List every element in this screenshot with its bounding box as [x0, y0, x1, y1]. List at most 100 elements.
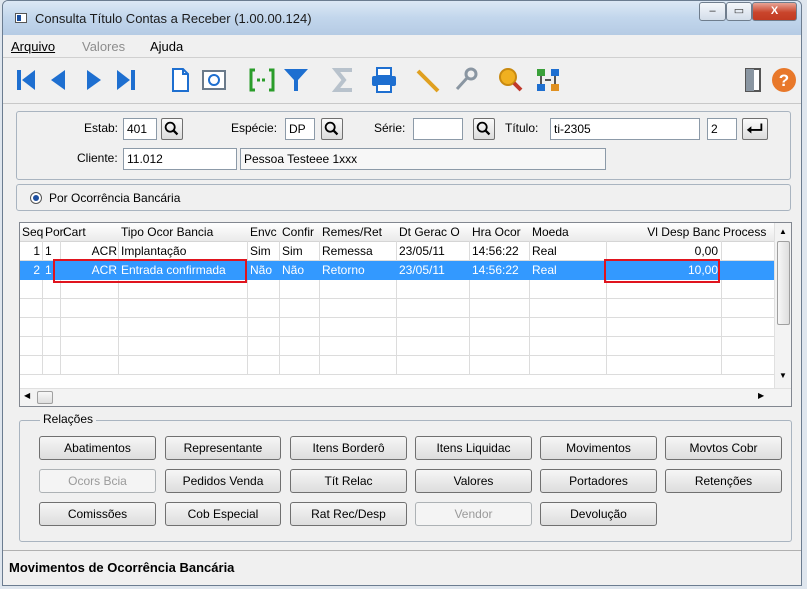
col-process[interactable]: Process: [723, 225, 775, 239]
col-envc[interactable]: Envc: [250, 225, 281, 239]
grid-header: Seq Port Cart Tipo Ocor Bancia Envc Conf…: [20, 223, 776, 242]
exit-door-icon[interactable]: [738, 65, 768, 95]
movtos-cobr-button[interactable]: Movtos Cobr: [665, 436, 782, 460]
close-button[interactable]: X: [752, 2, 797, 21]
highlight-box-tipo-ocor: [53, 259, 247, 283]
first-record-icon[interactable]: [11, 65, 41, 95]
pedidos-venda-button[interactable]: Pedidos Venda: [165, 469, 281, 493]
titulo-field[interactable]: ti-2305: [550, 118, 700, 140]
search-icon[interactable]: [495, 65, 525, 95]
col-seq[interactable]: Seq: [22, 225, 46, 239]
menu-valores[interactable]: Valores: [82, 39, 125, 54]
maximize-button[interactable]: ▭: [726, 2, 752, 21]
estab-zoom-button[interactable]: [161, 118, 183, 140]
status-bar: Movimentos de Ocorrência Bancária: [3, 550, 801, 585]
col-port[interactable]: Port: [45, 225, 65, 239]
previous-record-icon[interactable]: [43, 65, 73, 95]
devolucao-button[interactable]: Devolução: [540, 502, 657, 526]
col-confir[interactable]: Confir: [282, 225, 318, 239]
rat-rec-desp-button[interactable]: Rat Rec/Desp: [290, 502, 407, 526]
especie-field[interactable]: DP: [285, 118, 315, 140]
parcela-field[interactable]: 2: [707, 118, 737, 140]
vendor-button[interactable]: Vendor: [415, 502, 532, 526]
scroll-down-icon[interactable]: ▼: [779, 371, 787, 380]
representante-button[interactable]: Representante: [165, 436, 281, 460]
cell-vl-desp-banc: 0,00: [694, 244, 718, 258]
cliente-field[interactable]: 11.012: [123, 148, 237, 170]
printer-icon[interactable]: [369, 65, 399, 95]
key-icon[interactable]: [451, 65, 481, 95]
horizontal-scroll-thumb[interactable]: [37, 391, 53, 404]
cell-dt-gerac: 23/05/11: [399, 244, 445, 258]
radio-dot: [33, 195, 39, 201]
highlight-box-vl-desp: [604, 259, 720, 283]
main-window: Consulta Título Contas a Receber (1.00.0…: [2, 0, 802, 586]
col-remes-ret[interactable]: Remes/Ret: [322, 225, 396, 239]
cell-moeda: Real: [532, 263, 557, 277]
cliente-label: Cliente:: [77, 151, 118, 165]
valores-button[interactable]: Valores: [415, 469, 532, 493]
print-preview-icon[interactable]: [199, 65, 229, 95]
sum-icon[interactable]: [329, 65, 359, 95]
cliente-name-field: Pessoa Testeee 1xxx: [240, 148, 606, 170]
comissoes-button[interactable]: Comissões: [39, 502, 156, 526]
serie-label: Série:: [374, 121, 406, 135]
col-cart[interactable]: Cart: [63, 225, 93, 239]
toolbar: ?: [3, 59, 801, 104]
option-panel: Por Ocorrência Bancária: [16, 184, 791, 211]
ocors-bcia-button[interactable]: Ocors Bcia: [39, 469, 156, 493]
col-dt-gerac[interactable]: Dt Gerac O: [399, 225, 469, 239]
col-vl-desp-banc[interactable]: Vl Desp Banc: [628, 225, 720, 239]
scroll-up-icon[interactable]: ▲: [779, 227, 787, 236]
retencoes-button[interactable]: Retenções: [665, 469, 782, 493]
scroll-right-icon[interactable]: ▶: [758, 391, 764, 400]
cell-hra-ocor: 14:56:22: [472, 263, 519, 277]
relacoes-groupbox: Relações Abatimentos Representante Itens…: [19, 412, 792, 542]
menu-ajuda[interactable]: Ajuda: [150, 39, 183, 54]
col-moeda[interactable]: Moeda: [532, 225, 592, 239]
cob-especial-button[interactable]: Cob Especial: [165, 502, 281, 526]
filter-icon[interactable]: [281, 65, 311, 95]
especie-zoom-button[interactable]: [321, 118, 343, 140]
filter-panel: Estab: 401 Espécie: DP Série: Título: ti…: [16, 111, 791, 180]
movimentos-button[interactable]: Movimentos: [540, 436, 657, 460]
itens-bordero-button[interactable]: Itens Borderô: [290, 436, 407, 460]
horizontal-scrollbar[interactable]: ◀ ▶: [20, 388, 791, 406]
pencil-icon[interactable]: [413, 65, 443, 95]
goto-icon[interactable]: [247, 65, 277, 95]
portadores-button[interactable]: Portadores: [540, 469, 657, 493]
hierarchy-icon[interactable]: [533, 65, 563, 95]
cell-cart: ACR: [91, 244, 117, 258]
cell-port: 1: [45, 263, 52, 277]
scroll-left-icon[interactable]: ◀: [24, 391, 30, 400]
ocorrencias-grid[interactable]: Seq Port Cart Tipo Ocor Bancia Envc Conf…: [19, 222, 792, 407]
cell-seq: 1: [33, 244, 40, 258]
serie-zoom-button[interactable]: [473, 118, 495, 140]
enter-button[interactable]: [742, 118, 768, 140]
minimize-button[interactable]: –: [699, 2, 726, 21]
col-tipo-ocor[interactable]: Tipo Ocor Bancia: [121, 225, 245, 239]
help-icon[interactable]: ?: [769, 65, 799, 95]
ocorrencia-radio[interactable]: [30, 192, 42, 204]
cell-confir: Sim: [282, 244, 303, 258]
svg-text:?: ?: [779, 71, 789, 90]
menu-arquivo[interactable]: Arquivo: [11, 39, 55, 54]
tit-relac-button[interactable]: Tít Relac: [290, 469, 407, 493]
cell-seq: 2: [33, 263, 40, 277]
vertical-scrollbar[interactable]: ▲ ▼: [774, 223, 791, 390]
serie-field[interactable]: [413, 118, 463, 140]
last-record-icon[interactable]: [111, 65, 141, 95]
cell-dt-gerac: 23/05/11: [399, 263, 445, 277]
abatimentos-button[interactable]: Abatimentos: [39, 436, 156, 460]
estab-field[interactable]: 401: [123, 118, 157, 140]
next-record-icon[interactable]: [79, 65, 109, 95]
col-hra-ocor[interactable]: Hra Ocor: [472, 225, 530, 239]
cell-remes-ret: Remessa: [322, 244, 373, 258]
itens-liquidac-button[interactable]: Itens Liquidac: [415, 436, 532, 460]
status-text: Movimentos de Ocorrência Bancária: [9, 560, 235, 575]
menu-bar: Arquivo Valores Ajuda: [3, 35, 801, 58]
titulo-label: Título:: [505, 121, 539, 135]
vertical-scroll-thumb[interactable]: [777, 241, 790, 325]
ocorrencia-radio-label[interactable]: Por Ocorrência Bancária: [49, 191, 180, 205]
new-document-icon[interactable]: [165, 65, 195, 95]
